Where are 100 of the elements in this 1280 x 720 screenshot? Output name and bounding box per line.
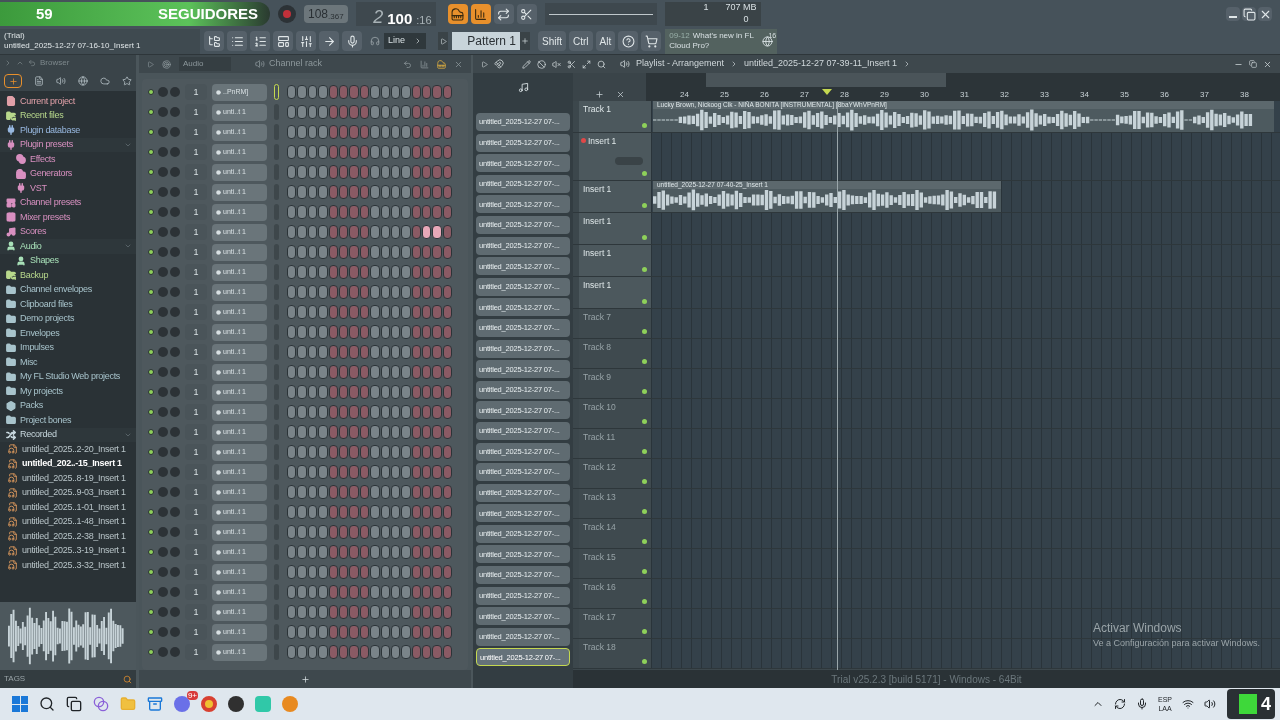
track-led[interactable]	[642, 539, 647, 544]
track-led[interactable]	[642, 479, 647, 484]
status-led[interactable]	[148, 469, 154, 475]
browser-item[interactable]: Mixer presets	[20, 212, 71, 222]
browser-item[interactable]: Channel envelopes	[20, 285, 92, 295]
close-icon[interactable]	[1263, 59, 1272, 69]
restore-icon[interactable]	[1249, 60, 1257, 68]
route-number[interactable]: 1	[185, 544, 207, 560]
route-number[interactable]: 1	[185, 324, 207, 340]
piano-roll-button[interactable]	[250, 31, 270, 51]
status-led[interactable]	[148, 429, 154, 435]
status-led[interactable]	[148, 529, 154, 535]
browser-item[interactable]: Channel presets	[20, 198, 82, 208]
delete-icon[interactable]	[537, 59, 546, 69]
store-icon[interactable]	[147, 696, 163, 712]
route-number[interactable]: 1	[185, 464, 207, 480]
route-number[interactable]: 1	[185, 624, 207, 640]
cart-button[interactable]	[641, 31, 662, 51]
status-led[interactable]	[148, 509, 154, 515]
channel-rack-button[interactable]	[227, 31, 247, 51]
recorder-icon[interactable]	[228, 696, 244, 712]
file-name[interactable]: untitled_2025..3-32_Insert 1	[22, 560, 126, 570]
playlist-button[interactable]	[273, 31, 293, 51]
route-number[interactable]: 1	[185, 304, 207, 320]
modifier-button[interactable]: Alt	[595, 31, 616, 51]
status-led[interactable]	[148, 249, 154, 255]
track-header[interactable]: Insert 1	[579, 213, 651, 244]
status-led[interactable]	[148, 449, 154, 455]
browser-item[interactable]: Packs	[20, 401, 43, 411]
status-led[interactable]	[148, 349, 154, 355]
audio-clip-icon[interactable]	[517, 81, 529, 93]
track-led[interactable]	[642, 629, 647, 634]
status-led[interactable]	[148, 569, 154, 575]
route-number[interactable]: 1	[185, 584, 207, 600]
status-led[interactable]	[148, 589, 154, 595]
status-led[interactable]	[148, 269, 154, 275]
selection-indicator[interactable]	[274, 84, 279, 100]
mixer-button[interactable]	[296, 31, 316, 51]
route-number[interactable]: 1	[185, 264, 207, 280]
route-number[interactable]: 1	[185, 444, 207, 460]
file-name[interactable]: untitled_2025..3-19_Insert 1	[22, 546, 126, 556]
route-number[interactable]: 1	[185, 404, 207, 420]
pencil-icon[interactable]	[522, 59, 531, 69]
file-name[interactable]: untitled_2025..2-38_Insert 1	[22, 531, 126, 541]
track-led[interactable]	[642, 299, 647, 304]
track-header[interactable]: Insert 1	[579, 133, 651, 180]
target-icon[interactable]	[162, 59, 171, 69]
add-track-icon[interactable]	[594, 90, 604, 99]
track-header[interactable]: Insert 1	[579, 181, 651, 212]
browser-tab[interactable]	[4, 74, 22, 88]
track-led[interactable]	[642, 235, 647, 240]
status-led[interactable]	[148, 609, 154, 615]
track-led[interactable]	[642, 599, 647, 604]
mute-icon[interactable]	[552, 59, 561, 69]
status-led[interactable]	[148, 369, 154, 375]
track-led[interactable]	[642, 509, 647, 514]
status-led[interactable]	[148, 629, 154, 635]
route-number[interactable]: 1	[185, 644, 207, 660]
status-led[interactable]	[148, 169, 154, 175]
route-number[interactable]: 1	[185, 124, 207, 140]
piano-button[interactable]	[447, 4, 468, 24]
file-name[interactable]: untitled_2025..2-20_Insert 1	[22, 444, 126, 454]
loop-button[interactable]	[493, 4, 514, 24]
status-led[interactable]	[148, 109, 154, 115]
track-header[interactable]: Insert 1	[579, 277, 651, 308]
route-number[interactable]: 1	[185, 564, 207, 580]
route-number[interactable]: 1	[185, 504, 207, 520]
browser-item[interactable]: Current project	[20, 96, 76, 106]
record-button[interactable]	[278, 5, 296, 23]
up-icon[interactable]	[16, 59, 24, 67]
browser-item[interactable]: Generators	[30, 169, 73, 179]
browser-item[interactable]: Project bones	[20, 415, 72, 425]
close-icon[interactable]	[454, 59, 463, 69]
status-led[interactable]	[148, 149, 154, 155]
route-number[interactable]: 1	[185, 104, 207, 120]
track-led[interactable]	[642, 659, 647, 664]
browser-icon[interactable]	[201, 696, 217, 712]
status-led[interactable]	[148, 289, 154, 295]
track-header[interactable]: Insert 1	[579, 245, 651, 276]
file-name[interactable]: untitled_2025..8-19_Insert 1	[22, 473, 126, 483]
route-number[interactable]: 1	[185, 164, 207, 180]
browser-button[interactable]	[204, 31, 224, 51]
app-icon[interactable]	[255, 696, 271, 712]
modifier-button[interactable]: Shift	[538, 31, 566, 51]
modifier-button[interactable]: Ctrl	[569, 31, 593, 51]
snap-dropdown[interactable]: Line	[384, 33, 426, 49]
undo-icon[interactable]	[28, 59, 36, 67]
close-button[interactable]	[1258, 7, 1272, 21]
route-number[interactable]: 1	[185, 484, 207, 500]
network-icon[interactable]	[1182, 698, 1194, 710]
globe-icon[interactable]	[78, 76, 88, 86]
document-icon[interactable]	[34, 76, 44, 86]
file-name[interactable]: untitled_2025..9-03_Insert 1	[22, 488, 126, 498]
arrow-button[interactable]	[319, 31, 339, 51]
star-icon[interactable]	[122, 76, 132, 86]
route-number[interactable]: 1	[185, 384, 207, 400]
track-led[interactable]	[642, 123, 647, 128]
status-led[interactable]	[148, 129, 154, 135]
microphone-icon[interactable]	[1136, 698, 1148, 710]
browser-item[interactable]: Audio	[20, 241, 42, 251]
